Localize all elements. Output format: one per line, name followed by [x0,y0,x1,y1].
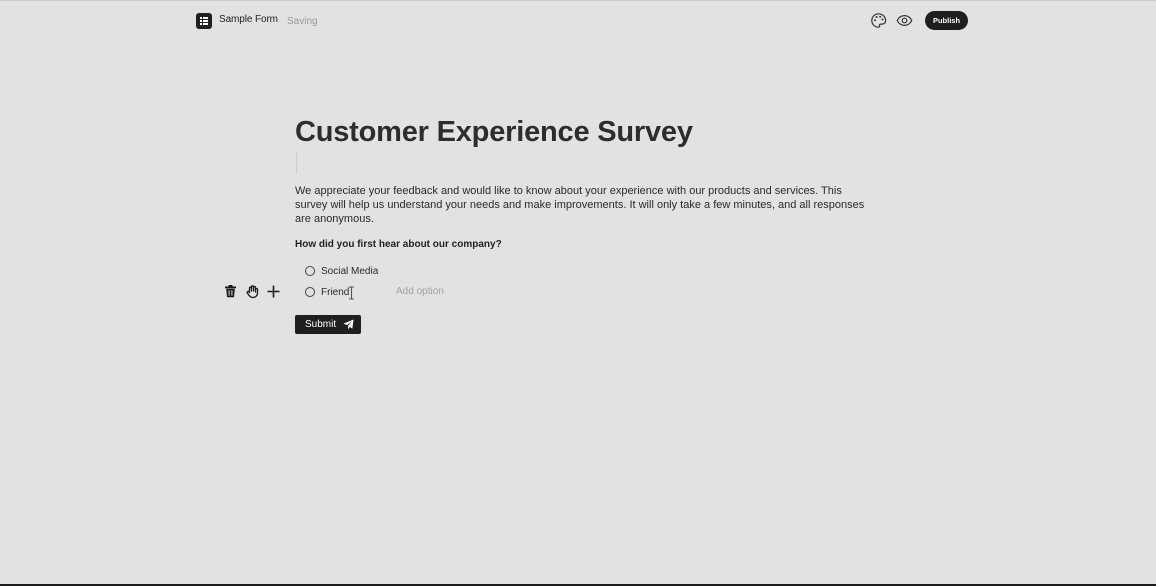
drag-hand-icon[interactable] [245,284,260,299]
option-friend[interactable]: Friend [305,285,349,299]
send-icon [343,319,354,330]
option-social-media[interactable]: Social Media [305,264,378,278]
title-divider [296,152,297,174]
publish-button[interactable]: Publish [925,11,968,30]
eye-icon[interactable] [896,12,913,29]
submit-button[interactable]: Submit [295,315,361,334]
top-border [0,0,1156,1]
option-label[interactable]: Social Media [321,266,378,277]
radio-button[interactable] [305,266,315,276]
list-icon[interactable] [196,13,212,29]
text-cursor-icon [348,286,355,300]
option-label[interactable]: Friend [321,287,349,298]
trash-icon[interactable] [223,284,238,299]
add-option-input[interactable]: Add option [396,286,444,297]
form-name[interactable]: Sample Form [219,14,278,25]
survey-title[interactable]: Customer Experience Survey [295,116,693,149]
submit-label: Submit [305,319,337,330]
radio-button[interactable] [305,287,315,297]
plus-icon[interactable] [266,284,281,299]
survey-description[interactable]: We appreciate your feedback and would li… [295,184,865,226]
palette-icon[interactable] [870,12,887,29]
save-status: Saving [287,16,318,27]
question-label[interactable]: How did you first hear about our company… [295,239,502,250]
